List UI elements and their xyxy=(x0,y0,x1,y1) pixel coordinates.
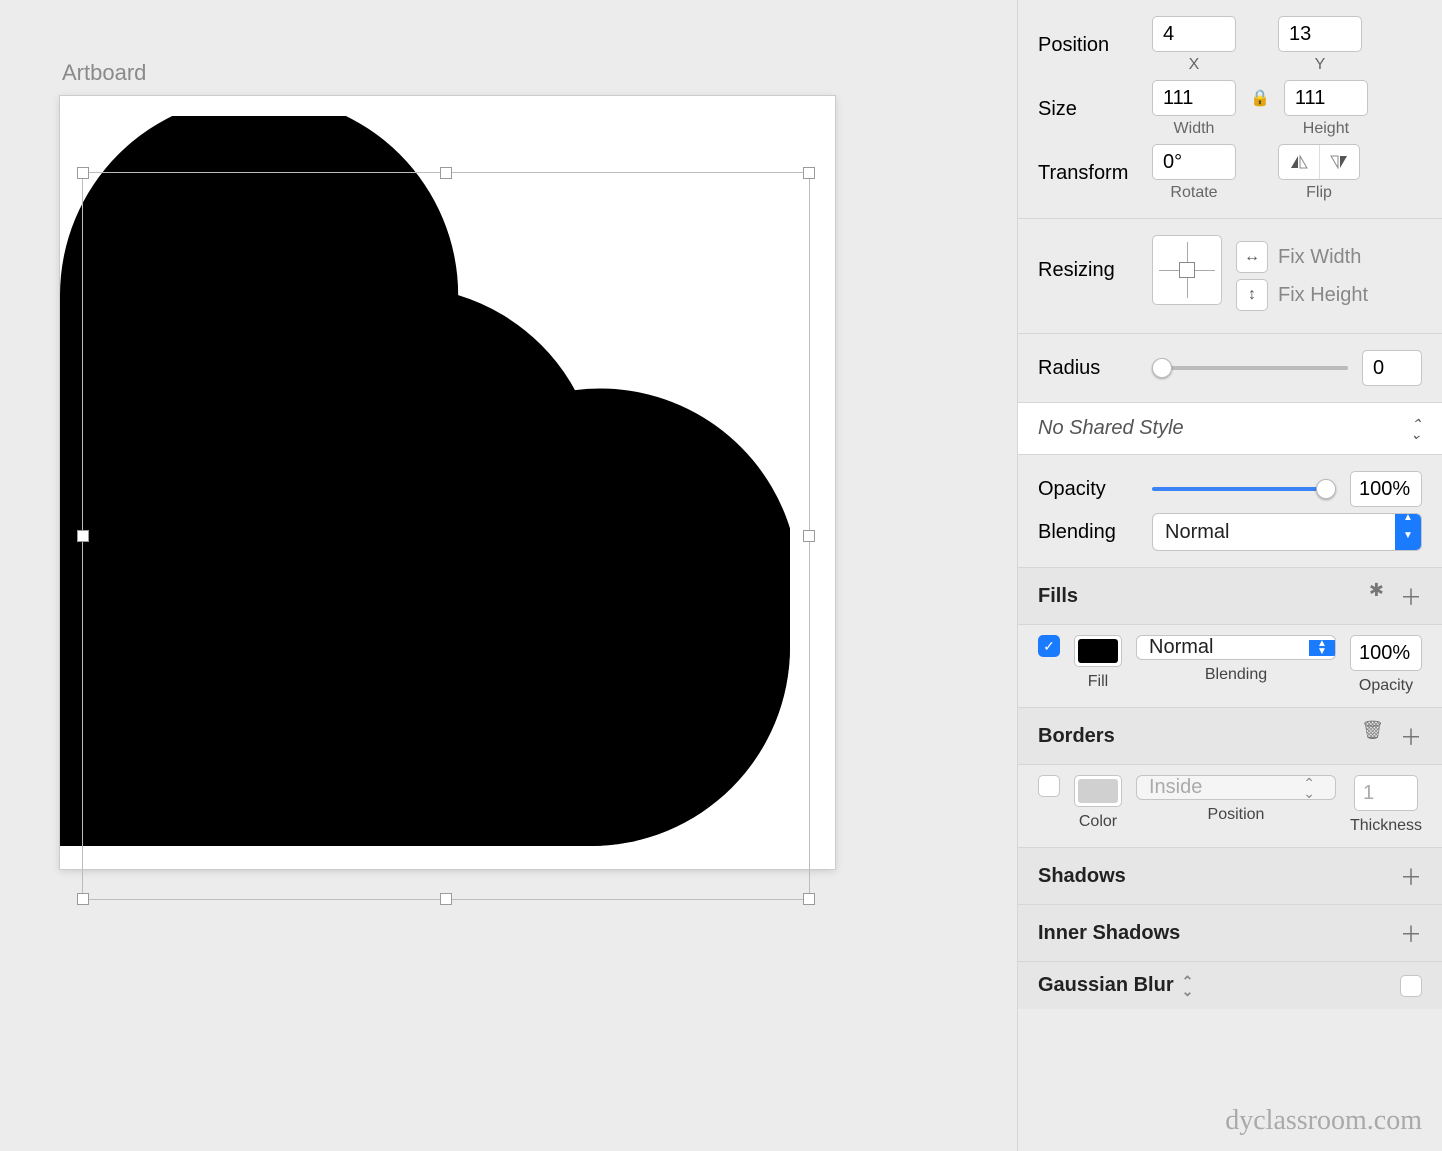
fill-blending-select[interactable]: Normal ▲▼ xyxy=(1136,635,1336,660)
fix-width-label: Fix Width xyxy=(1278,246,1361,269)
size-width-sub: Width xyxy=(1174,120,1215,138)
caret-icon: ▲▼ xyxy=(1395,514,1421,550)
fill-opacity-field[interactable] xyxy=(1350,635,1422,671)
blending-label: Blending xyxy=(1038,521,1138,544)
shadows-title: Shadows xyxy=(1038,865,1126,888)
fill-blending-sub: Blending xyxy=(1205,666,1267,684)
border-position-sub: Position xyxy=(1208,806,1265,824)
blending-select[interactable]: Normal ▲▼ xyxy=(1152,513,1422,551)
transform-label: Transform xyxy=(1038,162,1138,185)
fill-color-swatch[interactable] xyxy=(1074,635,1122,667)
handle-bot-left[interactable] xyxy=(77,893,89,905)
border-thickness-field[interactable] xyxy=(1354,775,1418,811)
inspector-panel: Position X Y Size Width 🔒 xyxy=(1017,0,1442,1151)
opacity-slider[interactable] xyxy=(1152,487,1336,491)
border-thickness-sub: Thickness xyxy=(1350,817,1422,835)
handle-top-mid[interactable] xyxy=(440,167,452,179)
flip-horizontal-button[interactable] xyxy=(1279,145,1319,179)
radius-label: Radius xyxy=(1038,357,1138,380)
fills-header: Fills ✱ ＋ xyxy=(1018,568,1442,625)
blending-value: Normal xyxy=(1153,521,1395,544)
fills-add-icon[interactable]: ＋ xyxy=(1400,580,1422,612)
shadows-header: Shadows ＋ xyxy=(1018,848,1442,905)
inner-shadows-add-icon[interactable]: ＋ xyxy=(1400,917,1422,949)
caret-icon: ▲▼ xyxy=(1309,640,1335,656)
position-x-field[interactable] xyxy=(1152,16,1236,52)
gaussian-blur-header: Gaussian Blur ⌃⌄ xyxy=(1018,962,1442,1009)
size-height-sub: Height xyxy=(1303,120,1349,138)
inner-shadows-header: Inner Shadows ＋ xyxy=(1018,905,1442,962)
handle-top-right[interactable] xyxy=(803,167,815,179)
borders-title: Borders xyxy=(1038,725,1115,748)
border-position-select[interactable]: Inside ⌃⌄ xyxy=(1136,775,1336,800)
size-height-field[interactable] xyxy=(1284,80,1368,116)
size-label: Size xyxy=(1038,98,1138,121)
handle-mid-left[interactable] xyxy=(77,530,89,542)
fix-width-button[interactable]: ↔ xyxy=(1236,241,1268,273)
shadows-add-icon[interactable]: ＋ xyxy=(1400,860,1422,892)
position-x-sub: X xyxy=(1189,56,1200,74)
fill-opacity-sub: Opacity xyxy=(1359,677,1413,695)
gaussian-blur-checkbox[interactable] xyxy=(1400,975,1422,997)
chevron-updown-icon: ⌃⌄ xyxy=(1410,419,1422,439)
resizing-label: Resizing xyxy=(1038,259,1138,282)
fills-title: Fills xyxy=(1038,585,1078,608)
artboard-label[interactable]: Artboard xyxy=(62,60,957,86)
fill-sub: Fill xyxy=(1088,673,1108,691)
artboard[interactable] xyxy=(60,96,835,869)
size-width-field[interactable] xyxy=(1152,80,1236,116)
flip-vertical-button[interactable] xyxy=(1319,145,1360,179)
selection-bounds[interactable] xyxy=(82,172,810,900)
position-y-sub: Y xyxy=(1315,56,1326,74)
flip-sub: Flip xyxy=(1306,184,1332,202)
rotate-sub: Rotate xyxy=(1170,184,1217,202)
shared-style-dropdown[interactable]: No Shared Style ⌃⌄ xyxy=(1018,403,1442,455)
border-color-sub: Color xyxy=(1079,813,1117,831)
handle-bot-right[interactable] xyxy=(803,893,815,905)
border-enabled-checkbox[interactable] xyxy=(1038,775,1060,797)
inner-shadows-title: Inner Shadows xyxy=(1038,922,1180,945)
borders-add-icon[interactable]: ＋ xyxy=(1400,720,1422,752)
fix-height-label: Fix Height xyxy=(1278,284,1368,307)
border-position-value: Inside xyxy=(1137,776,1283,799)
fill-blending-value: Normal xyxy=(1137,636,1309,659)
fill-enabled-checkbox[interactable]: ✓ xyxy=(1038,635,1060,657)
gaussian-blur-title: Gaussian Blur xyxy=(1038,974,1174,997)
fix-height-button[interactable]: ↕ xyxy=(1236,279,1268,311)
canvas-area[interactable]: Artboard xyxy=(0,0,1017,1151)
fills-settings-icon[interactable]: ✱ xyxy=(1369,580,1384,612)
radius-field[interactable] xyxy=(1362,350,1422,386)
shared-style-value: No Shared Style xyxy=(1038,417,1184,440)
lock-aspect-icon[interactable]: 🔒 xyxy=(1250,88,1270,108)
handle-top-left[interactable] xyxy=(77,167,89,179)
border-color-swatch[interactable] xyxy=(1074,775,1122,807)
rotate-field[interactable] xyxy=(1152,144,1236,180)
position-label: Position xyxy=(1038,34,1138,57)
handle-bot-mid[interactable] xyxy=(440,893,452,905)
radius-slider[interactable] xyxy=(1152,366,1348,370)
resizing-constraints[interactable] xyxy=(1152,235,1222,305)
chevron-updown-icon[interactable]: ⌃⌄ xyxy=(1182,976,1194,996)
chevron-updown-icon: ⌃⌄ xyxy=(1283,778,1335,798)
borders-header: Borders 🗑 ＋ xyxy=(1018,708,1442,765)
opacity-field[interactable] xyxy=(1350,471,1422,507)
handle-mid-right[interactable] xyxy=(803,530,815,542)
position-y-field[interactable] xyxy=(1278,16,1362,52)
opacity-label: Opacity xyxy=(1038,478,1138,501)
borders-delete-icon[interactable]: 🗑 xyxy=(1361,720,1384,752)
